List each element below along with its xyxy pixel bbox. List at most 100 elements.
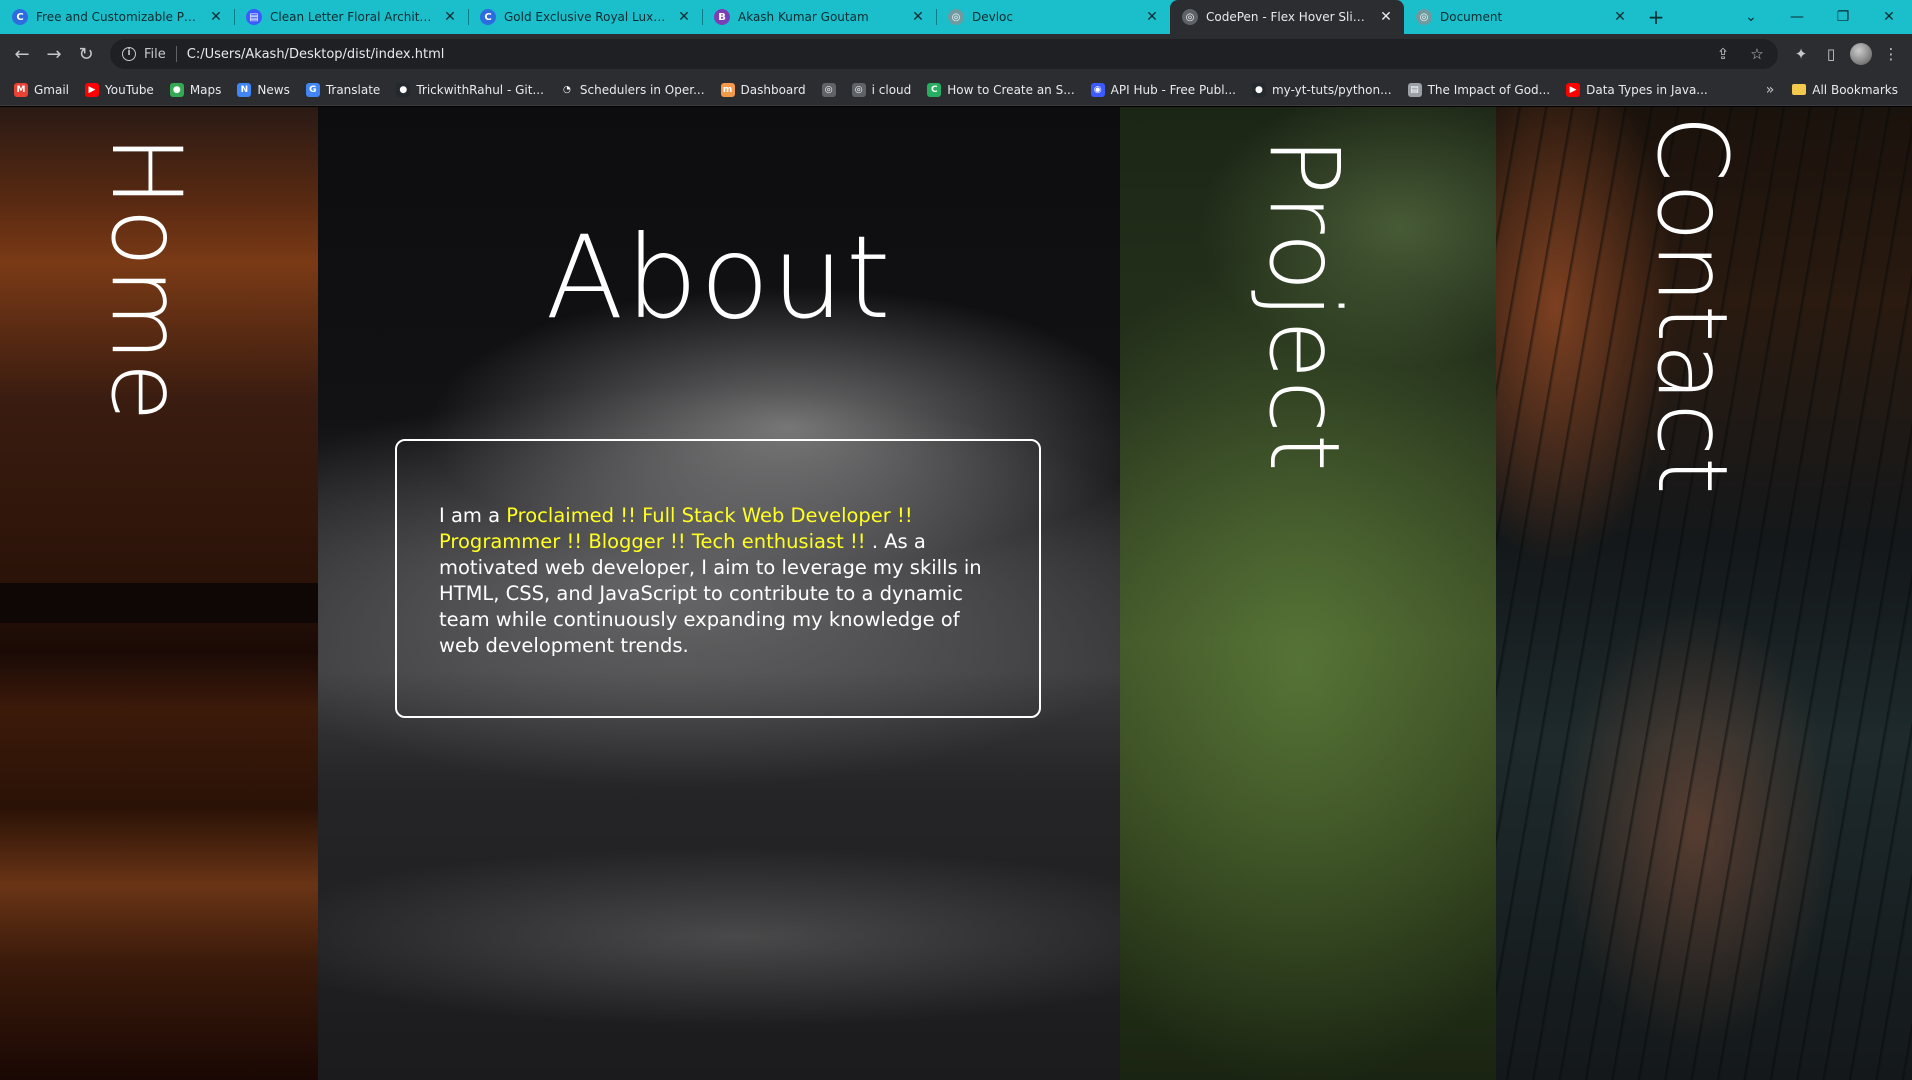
globe-icon: ◎ <box>1416 9 1432 25</box>
panel-about[interactable]: About I am a Proclaimed !! Full Stack We… <box>318 107 1120 1080</box>
panel-home[interactable]: Home <box>0 107 318 1080</box>
globe-icon: ◎ <box>948 9 964 25</box>
bookmark-item[interactable]: N News <box>229 78 297 102</box>
extensions-icon[interactable]: ✦ <box>1786 39 1816 69</box>
bookmark-label: Gmail <box>34 82 70 97</box>
close-tab-icon[interactable]: ✕ <box>1378 9 1394 25</box>
codepen-icon: C <box>927 82 942 97</box>
tab-title: Devloc <box>972 10 1013 24</box>
bookmark-star-icon[interactable]: ☆ <box>1742 39 1772 69</box>
bookmark-item[interactable]: ◉ API Hub - Free Publ... <box>1083 78 1244 102</box>
page-viewport: Home About I am a Proclaimed !! Full Sta… <box>0 107 1912 1080</box>
minimize-button[interactable]: — <box>1774 0 1820 34</box>
all-bookmarks-button[interactable]: All Bookmarks <box>1784 78 1906 102</box>
bookmark-item[interactable]: ◎ i cloud <box>844 78 920 102</box>
side-panel-icon[interactable]: ▯ <box>1816 39 1846 69</box>
bookmarks-overflow-button[interactable]: » <box>1756 82 1785 98</box>
info-icon[interactable]: i <box>122 47 136 61</box>
bookmark-item[interactable]: ◔ Schedulers in Oper... <box>552 78 713 102</box>
bookmark-label: Schedulers in Oper... <box>579 82 705 97</box>
close-tab-icon[interactable]: ✕ <box>676 9 692 25</box>
tab-5[interactable]: ◎ CodePen - Flex Hover Slider | H ✕ <box>1170 0 1404 34</box>
panel-project[interactable]: Project <box>1120 107 1496 1080</box>
globe-icon: ◎ <box>851 82 866 97</box>
tab-title: CodePen - Flex Hover Slider | H <box>1206 10 1370 24</box>
close-tab-icon[interactable]: ✕ <box>1612 9 1628 25</box>
bookmark-label: The Impact of God... <box>1427 82 1551 97</box>
close-tab-icon[interactable]: ✕ <box>442 9 458 25</box>
bookmark-label: News <box>257 82 290 97</box>
close-tab-icon[interactable]: ✕ <box>208 9 224 25</box>
panel-project-label: Project <box>1248 137 1360 473</box>
tab-title: Gold Exclusive Royal Luxury Ho <box>504 10 668 24</box>
close-window-button[interactable]: ✕ <box>1866 0 1912 34</box>
reload-icon[interactable]: ↻ <box>70 38 102 70</box>
document-icon: ▤ <box>246 9 262 25</box>
tab-0[interactable]: C Free and Customizable Professi ✕ <box>0 0 234 34</box>
tab-1[interactable]: ▤ Clean Letter Floral Architecture ✕ <box>234 0 468 34</box>
url-text[interactable]: C:/Users/Akash/Desktop/dist/index.html <box>187 47 445 62</box>
close-tab-icon[interactable]: ✕ <box>910 9 926 25</box>
tab-title: Free and Customizable Professi <box>36 10 200 24</box>
tab-title: Document <box>1440 10 1503 24</box>
all-bookmarks-label: All Bookmarks <box>1812 82 1898 97</box>
news-icon: N <box>237 82 252 97</box>
bookmark-item[interactable]: ● Maps <box>162 78 230 102</box>
dashboard-icon: m <box>720 82 735 97</box>
bookmark-item[interactable]: m Dashboard <box>713 78 814 102</box>
canva-icon: C <box>12 9 28 25</box>
close-tab-icon[interactable]: ✕ <box>1144 9 1160 25</box>
bookmark-item[interactable]: ▶ YouTube <box>77 78 162 102</box>
about-intro: I am a <box>439 504 507 527</box>
forward-icon[interactable]: → <box>38 38 70 70</box>
about-heading: About <box>545 211 893 344</box>
bookmark-label: Maps <box>189 82 222 97</box>
bookmark-item[interactable]: ● my-yt-tuts/python... <box>1244 78 1400 102</box>
browser-toolbar: ← → ↻ i File C:/Users/Akash/Desktop/dist… <box>0 34 1912 74</box>
tab-2[interactable]: C Gold Exclusive Royal Luxury Ho ✕ <box>468 0 702 34</box>
bootstrap-icon: B <box>714 9 730 25</box>
bookmark-item[interactable]: ▶ Data Types in Java... <box>1558 78 1716 102</box>
document-icon: ▤ <box>1407 82 1422 97</box>
restore-button[interactable]: ❐ <box>1820 0 1866 34</box>
bookmark-label: How to Create an S... <box>947 82 1075 97</box>
tab-4[interactable]: ◎ Devloc ✕ <box>936 0 1170 34</box>
bookmark-item[interactable]: G Translate <box>298 78 389 102</box>
horizon-treeline <box>0 583 318 623</box>
youtube-icon: ▶ <box>85 82 100 97</box>
bookmark-item[interactable]: M Gmail <box>6 78 77 102</box>
bookmark-label: my-yt-tuts/python... <box>1271 82 1392 97</box>
tab-3[interactable]: B Akash Kumar Goutam ✕ <box>702 0 936 34</box>
about-card: I am a Proclaimed !! Full Stack Web Deve… <box>395 439 1041 718</box>
bookmark-label: YouTube <box>105 82 154 97</box>
back-icon[interactable]: ← <box>6 38 38 70</box>
folder-icon <box>1792 84 1807 95</box>
tab-search-icon[interactable]: ⌄ <box>1728 0 1774 34</box>
bookmark-label: Translate <box>325 82 381 97</box>
bookmark-item[interactable]: ◎ <box>814 78 844 102</box>
bookmark-label: API Hub - Free Publ... <box>1110 82 1236 97</box>
bookmark-item[interactable]: ● TrickwithRahul - Git... <box>388 78 552 102</box>
panel-contact[interactable]: Contact <box>1496 107 1912 1080</box>
translate-icon: G <box>305 82 320 97</box>
bookmark-item[interactable]: C How to Create an S... <box>919 78 1082 102</box>
bookmark-item[interactable]: ▤ The Impact of God... <box>1400 78 1559 102</box>
share-icon[interactable]: ⇪ <box>1708 39 1738 69</box>
gmail-icon: M <box>14 82 28 97</box>
omnibox-divider <box>175 46 177 62</box>
bookmark-label: i cloud <box>871 82 912 97</box>
new-tab-button[interactable]: + <box>1638 0 1674 34</box>
tab-6[interactable]: ◎ Document ✕ <box>1404 0 1638 34</box>
globe-icon: ◎ <box>1182 9 1198 25</box>
menu-icon[interactable]: ⋮ <box>1876 39 1906 69</box>
profile-avatar[interactable] <box>1846 39 1876 69</box>
loading-icon: ◔ <box>559 82 574 97</box>
bookmarks-right: » All Bookmarks <box>1756 78 1906 102</box>
panel-contact-label: Contact <box>1636 115 1748 496</box>
address-bar[interactable]: i File C:/Users/Akash/Desktop/dist/index… <box>110 39 1778 69</box>
tab-title: Clean Letter Floral Architecture <box>270 10 434 24</box>
tab-title: Akash Kumar Goutam <box>738 10 869 24</box>
canva-icon: C <box>480 9 496 25</box>
api-hub-icon: ◉ <box>1090 82 1105 97</box>
avatar-image <box>1850 43 1872 65</box>
